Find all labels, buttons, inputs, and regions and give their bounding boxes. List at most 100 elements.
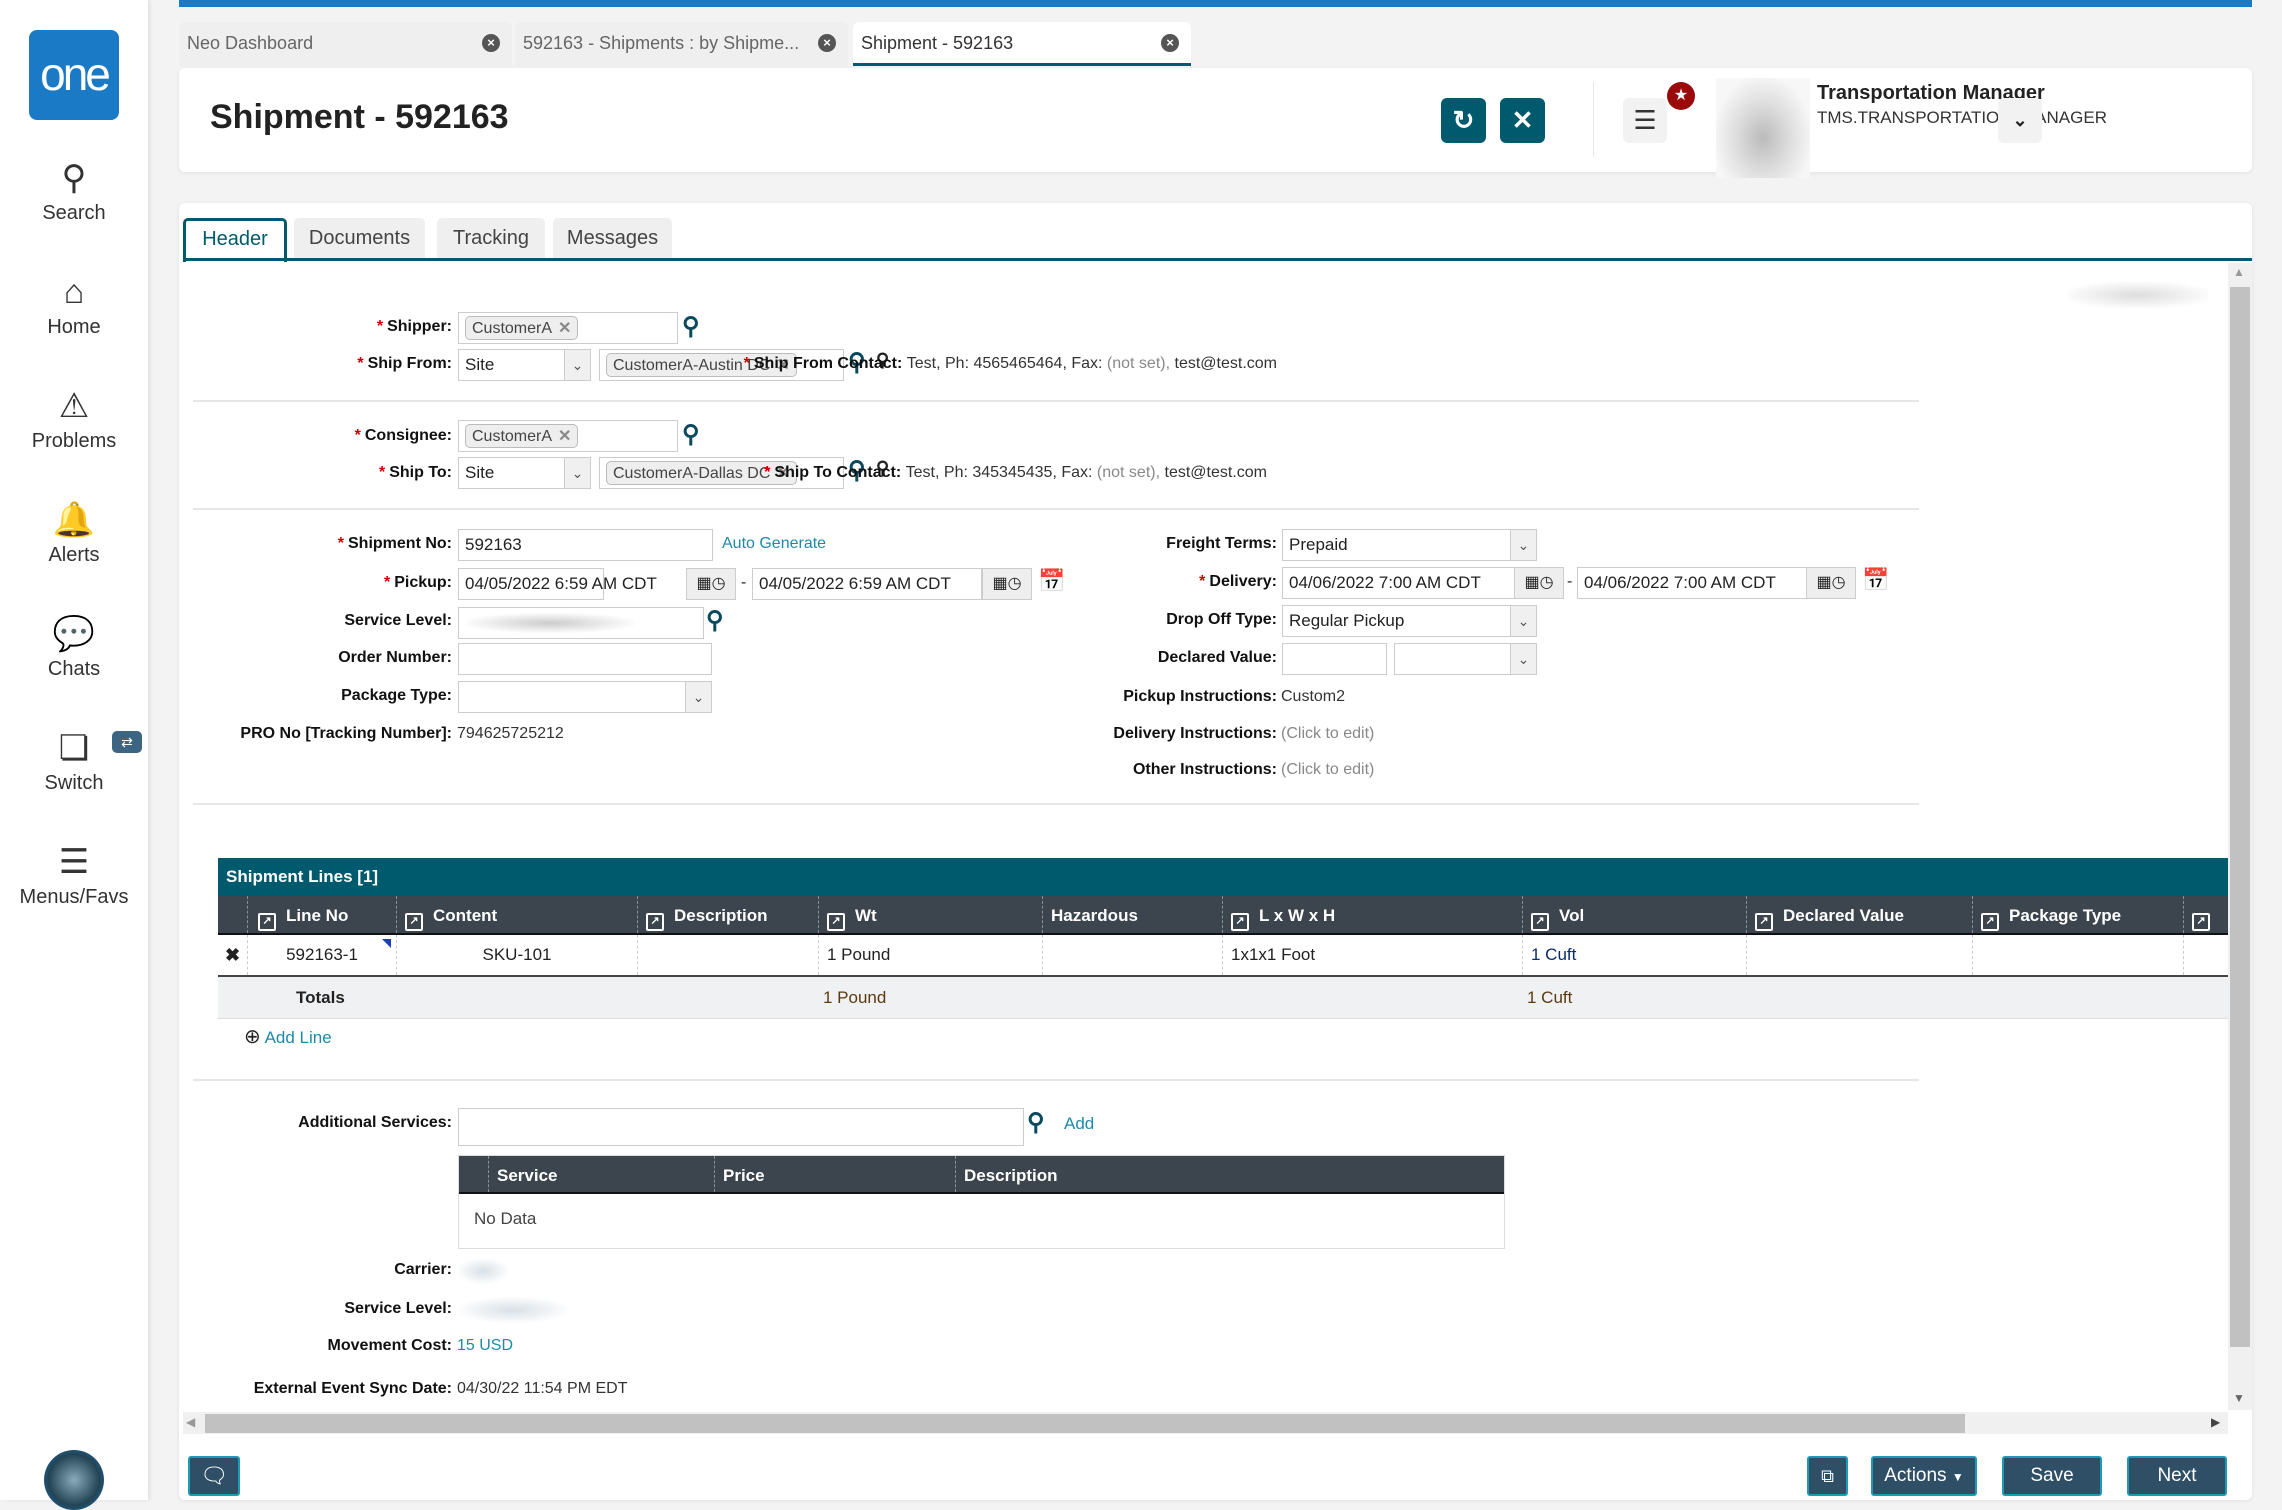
add-service-link[interactable]: Add <box>1064 1114 1094 1134</box>
col-vol[interactable]: ↗ Vol <box>1522 896 1746 933</box>
horizontal-scrollbar[interactable]: ◀ ▶ <box>183 1412 2228 1434</box>
delivery-to-input[interactable]: 04/06/2022 7:00 AM CDT <box>1577 567 1807 599</box>
delete-row-icon[interactable]: ✖ <box>225 945 240 966</box>
package-type-select[interactable]: ⌄ <box>458 681 712 713</box>
declared-value-currency-select[interactable]: ⌄ <box>1394 643 1537 675</box>
tab-shipment-592163[interactable]: Shipment - 592163 × <box>853 22 1191 66</box>
close-button[interactable]: ✕ <box>1500 98 1545 143</box>
pickup-from-calendar-clock-icons[interactable]: ▦◷ <box>686 568 736 600</box>
tab-header[interactable]: Header <box>183 218 287 262</box>
movement-cost-value[interactable]: 15 USD <box>457 1337 513 1355</box>
ship-to-type-select[interactable]: Site ⌄ <box>458 457 591 489</box>
col-declared-value[interactable]: ↗ Declared Value <box>1746 896 1972 933</box>
chat-toggle-button[interactable]: 🗨 <box>188 1456 240 1496</box>
col-description[interactable]: ↗ Description <box>637 896 818 933</box>
shipper-field[interactable]: CustomerA ✕ <box>458 312 678 344</box>
col-lwh[interactable]: ↗ L x W x H <box>1222 896 1522 933</box>
blurred-info <box>2068 282 2208 308</box>
additional-services-input[interactable] <box>458 1108 1024 1146</box>
vertical-scrollbar-thumb[interactable] <box>2230 287 2250 1347</box>
cell-vol[interactable]: 1 Cuft <box>1522 935 1746 975</box>
drop-off-type-select[interactable]: Regular Pickup ⌄ <box>1282 605 1537 637</box>
tab-neo-dashboard[interactable]: Neo Dashboard × <box>179 22 512 66</box>
lookup-zoom-icon[interactable]: ⚲ <box>1027 1108 1045 1137</box>
remove-chip-icon[interactable]: ✕ <box>558 320 571 337</box>
cell-content[interactable]: SKU-101 <box>396 935 637 975</box>
vertical-scrollbar[interactable]: ▲ ▼ <box>2228 263 2252 1410</box>
col-service[interactable]: Service <box>488 1156 714 1192</box>
ship-from-label: * Ship From: <box>357 355 452 372</box>
add-line-button[interactable]: ⊕ Add Line <box>244 1024 332 1049</box>
close-tab-icon[interactable]: × <box>1161 34 1179 52</box>
pickup-from-input[interactable]: 04/05/2022 6:59 AM CDT <box>458 568 657 600</box>
lookup-zoom-icon[interactable]: ⚲ <box>682 420 700 449</box>
remove-chip-icon[interactable]: ✕ <box>558 428 571 445</box>
close-tab-icon[interactable]: × <box>818 34 836 52</box>
sidebar-item-search[interactable]: ⚲ Search <box>0 158 148 225</box>
service-level-input[interactable] <box>458 607 704 639</box>
cell-description[interactable] <box>637 935 818 975</box>
sidebar-item-home[interactable]: ⌂ Home <box>0 272 148 339</box>
ship-from-type-select[interactable]: Site ⌄ <box>458 349 591 381</box>
delivery-instructions-label: Delivery Instructions: <box>1113 725 1277 742</box>
cell-wt[interactable]: 1 Pound <box>818 935 1042 975</box>
shipper-chip: CustomerA ✕ <box>465 316 579 340</box>
delivery-from-calendar-clock-icons[interactable]: ▦◷ <box>1514 567 1564 599</box>
col-content[interactable]: ↗ Content <box>396 896 637 933</box>
cell-more[interactable] <box>2183 935 2228 975</box>
tab-messages[interactable]: Messages <box>553 218 672 260</box>
save-button[interactable]: Save <box>2002 1456 2102 1496</box>
shipment-no-input[interactable]: 592163 <box>458 529 713 561</box>
one-logo[interactable]: one <box>29 30 119 120</box>
pickup-instructions-value[interactable]: Custom2 <box>1281 688 1345 706</box>
tab-shipments-list[interactable]: 592163 - Shipments : by Shipme... × <box>515 22 848 66</box>
tab-documents[interactable]: Documents <box>294 218 425 260</box>
consignee-field[interactable]: CustomerA ✕ <box>458 420 678 452</box>
close-tab-icon[interactable]: × <box>482 34 500 52</box>
refresh-button[interactable]: ↻ <box>1441 98 1486 143</box>
tab-tracking[interactable]: Tracking <box>437 218 545 260</box>
user-avatar[interactable] <box>1716 78 1810 178</box>
assistant-avatar[interactable] <box>44 1450 104 1510</box>
col-line-no[interactable]: ↗ Line No <box>247 896 396 933</box>
sidebar-item-alerts[interactable]: 🔔 Alerts <box>0 500 148 567</box>
delivery-instructions-value[interactable]: (Click to edit) <box>1281 725 1374 743</box>
sidebar-item-chats[interactable]: 💬 Chats <box>0 614 148 681</box>
cell-package-type[interactable] <box>1972 935 2183 975</box>
sidebar-item-menus-favs[interactable]: ☰ Menus/Favs <box>0 842 148 909</box>
hamburger-menu-button[interactable]: ☰ <box>1623 98 1667 143</box>
lookup-zoom-icon[interactable]: ⚲ <box>682 312 700 341</box>
next-button[interactable]: Next <box>2127 1456 2227 1496</box>
service-level-label: Service Level: <box>344 612 452 629</box>
pickup-to-input[interactable]: 04/05/2022 6:59 AM CDT <box>752 568 982 600</box>
actions-button[interactable]: Actions ▼ <box>1871 1456 1977 1496</box>
horizontal-scrollbar-thumb[interactable] <box>205 1414 1965 1433</box>
other-instructions-value[interactable]: (Click to edit) <box>1281 761 1374 779</box>
freight-terms-select[interactable]: Prepaid ⌄ <box>1282 529 1537 561</box>
col-description[interactable]: Description <box>955 1156 1504 1192</box>
cell-line-no[interactable]: 592163-1 <box>247 935 396 975</box>
copy-button[interactable]: ⧉ <box>1807 1456 1848 1496</box>
cell-hazardous[interactable] <box>1042 935 1222 975</box>
cell-lwh[interactable]: 1x1x1 Foot <box>1222 935 1522 975</box>
col-more[interactable]: ↗ <box>2183 896 2228 933</box>
cell-declared-value[interactable] <box>1746 935 1972 975</box>
chevron-down-icon: ⌄ <box>564 350 590 380</box>
switch-arrows-icon[interactable]: ⇄ <box>112 731 142 753</box>
order-number-input[interactable] <box>458 643 712 675</box>
col-hazardous[interactable]: Hazardous <box>1042 896 1222 933</box>
sidebar-item-problems[interactable]: ⚠ Problems <box>0 386 148 453</box>
col-price[interactable]: Price <box>714 1156 955 1192</box>
col-wt[interactable]: ↗ Wt <box>818 896 1042 933</box>
delivery-from-input[interactable]: 04/06/2022 7:00 AM CDT <box>1282 567 1517 599</box>
appointment-calendar-icon[interactable]: 📅 <box>1038 568 1065 594</box>
delivery-to-calendar-clock-icons[interactable]: ▦◷ <box>1806 567 1856 599</box>
col-package-type[interactable]: ↗ Package Type <box>1972 896 2183 933</box>
user-menu-chevron-down-icon[interactable]: ⌄ <box>1998 98 2042 143</box>
lookup-zoom-icon[interactable]: ⚲ <box>706 606 724 635</box>
declared-value-input[interactable] <box>1282 643 1387 675</box>
appointment-calendar-icon[interactable]: 📅 <box>1862 567 1889 593</box>
pickup-to-calendar-clock-icons[interactable]: ▦◷ <box>982 568 1032 600</box>
favorites-star-badge-icon[interactable]: ★ <box>1667 82 1695 110</box>
auto-generate-link[interactable]: Auto Generate <box>722 535 826 553</box>
